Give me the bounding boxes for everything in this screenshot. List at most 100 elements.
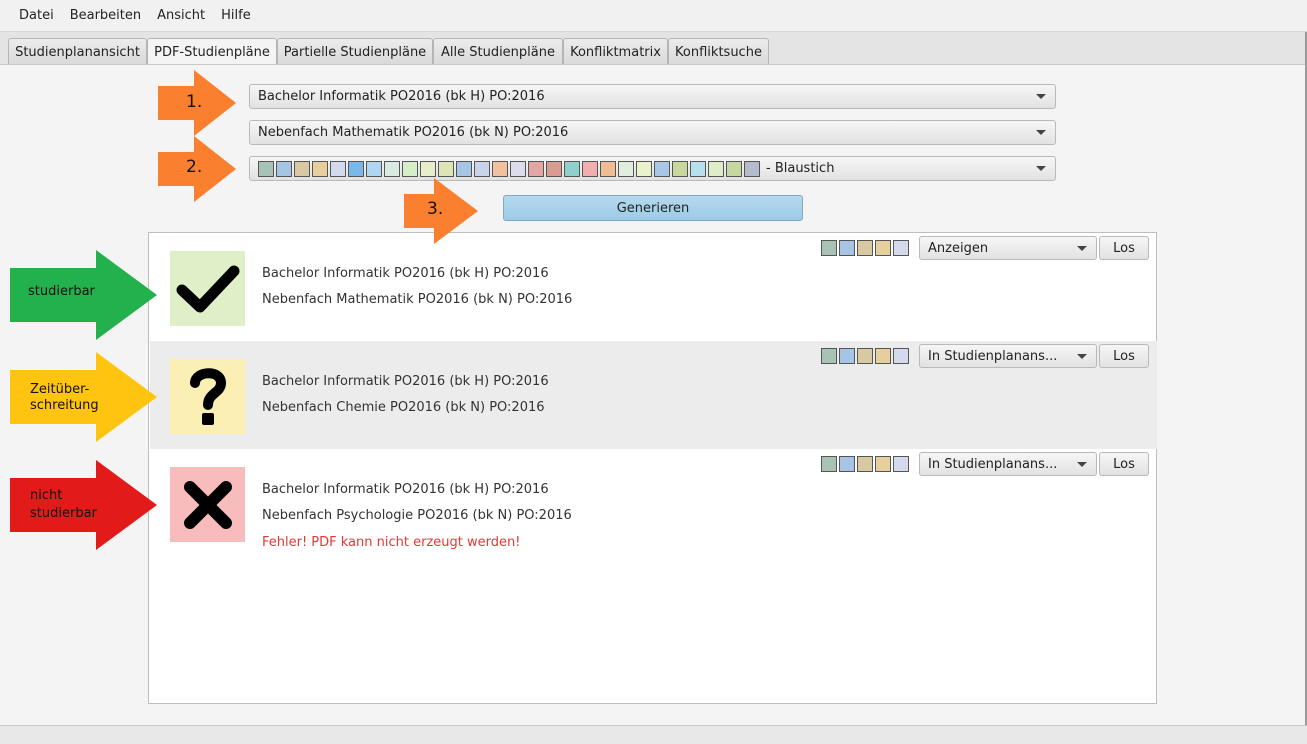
tab-konfliktsuche[interactable]: Konfliktsuche bbox=[668, 38, 769, 65]
color-swatch bbox=[312, 160, 328, 177]
color-swatch bbox=[366, 160, 382, 177]
status-box bbox=[170, 359, 245, 434]
color-swatch bbox=[294, 160, 310, 177]
color-swatch bbox=[330, 160, 346, 177]
major-select[interactable]: Bachelor Informatik PO2016 (bk H) PO:201… bbox=[249, 84, 1056, 109]
color-swatch bbox=[474, 160, 490, 177]
status-bar bbox=[0, 725, 1307, 744]
generate-button[interactable]: Generieren bbox=[503, 195, 803, 221]
tab-pdf-studienplaene[interactable]: PDF-Studienpläne bbox=[147, 38, 277, 66]
chevron-down-icon bbox=[1077, 354, 1087, 359]
chevron-down-icon bbox=[1036, 166, 1046, 171]
result-action-select[interactable]: Anzeigen bbox=[919, 236, 1097, 260]
result-row-zeitueberschreitung: Bachelor Informatik PO2016 (bk H) PO:201… bbox=[150, 341, 1157, 449]
zeitueberschreitung-label-1: Zeitüber- bbox=[30, 382, 90, 397]
color-swatch bbox=[546, 160, 562, 177]
tab-studienplanansicht[interactable]: Studienplanansicht bbox=[8, 38, 147, 65]
color-swatch bbox=[690, 160, 706, 177]
color-swatch bbox=[893, 240, 909, 256]
menu-datei[interactable]: Datei bbox=[11, 8, 62, 23]
color-swatch bbox=[893, 348, 909, 364]
color-swatch bbox=[420, 160, 436, 177]
result-action-select[interactable]: In Studienplanans... bbox=[919, 344, 1097, 368]
color-swatch bbox=[348, 160, 364, 177]
los-button[interactable]: Los bbox=[1099, 236, 1149, 260]
status-box bbox=[170, 467, 245, 542]
color-swatch bbox=[492, 160, 508, 177]
results-list: Bachelor Informatik PO2016 (bk H) PO:201… bbox=[148, 232, 1157, 704]
color-swatch bbox=[528, 160, 544, 177]
color-swatch bbox=[636, 160, 652, 177]
color-swatch bbox=[276, 160, 292, 177]
color-swatch bbox=[821, 348, 837, 364]
color-swatch bbox=[510, 160, 526, 177]
menu-bar: Datei Bearbeiten Ansicht Hilfe bbox=[0, 0, 1307, 32]
chevron-down-icon bbox=[1036, 130, 1046, 135]
color-swatch bbox=[875, 348, 891, 364]
menu-hilfe[interactable]: Hilfe bbox=[213, 8, 259, 23]
menu-bearbeiten[interactable]: Bearbeiten bbox=[62, 8, 149, 23]
color-swatch bbox=[402, 160, 418, 177]
result-minor: Nebenfach Psychologie PO2016 (bk N) PO:2… bbox=[262, 508, 572, 523]
major-select-value: Bachelor Informatik PO2016 (bk H) PO:201… bbox=[258, 89, 545, 104]
minor-select-value: Nebenfach Mathematik PO2016 (bk N) PO:20… bbox=[258, 125, 569, 140]
result-error-message: Fehler! PDF kann nicht erzeugt werden! bbox=[262, 535, 521, 550]
color-swatch bbox=[654, 160, 670, 177]
chevron-down-icon bbox=[1077, 246, 1087, 251]
color-swatch bbox=[708, 160, 724, 177]
color-swatch bbox=[893, 456, 909, 472]
result-major: Bachelor Informatik PO2016 (bk H) PO:201… bbox=[262, 482, 549, 497]
color-swatch bbox=[839, 348, 855, 364]
checkmark-icon bbox=[176, 265, 239, 312]
result-minor: Nebenfach Chemie PO2016 (bk N) PO:2016 bbox=[262, 400, 545, 415]
color-swatch bbox=[672, 160, 688, 177]
los-button[interactable]: Los bbox=[1099, 344, 1149, 368]
color-swatch bbox=[726, 160, 742, 177]
result-major: Bachelor Informatik PO2016 (bk H) PO:201… bbox=[262, 374, 549, 389]
question-mark-icon bbox=[189, 367, 226, 425]
result-row-studierbar: Bachelor Informatik PO2016 (bk H) PO:201… bbox=[150, 233, 1157, 341]
result-color-swatches bbox=[821, 240, 909, 256]
result-action-value: In Studienplanans... bbox=[928, 456, 1058, 472]
color-swatch bbox=[839, 456, 855, 472]
color-swatch bbox=[744, 160, 760, 177]
step3-label: 3. bbox=[427, 199, 444, 219]
tab-konfliktmatrix[interactable]: Konfliktmatrix bbox=[563, 38, 668, 65]
color-swatch bbox=[582, 160, 598, 177]
color-swatch bbox=[438, 160, 454, 177]
color-swatch bbox=[600, 160, 616, 177]
studierbar-label: studierbar bbox=[28, 284, 95, 299]
result-major: Bachelor Informatik PO2016 (bk H) PO:201… bbox=[262, 266, 549, 281]
nicht-studierbar-label-1: nicht bbox=[30, 488, 63, 503]
color-swatch bbox=[857, 456, 873, 472]
minor-select[interactable]: Nebenfach Mathematik PO2016 (bk N) PO:20… bbox=[249, 120, 1056, 145]
chevron-down-icon bbox=[1077, 462, 1087, 467]
color-swatch bbox=[875, 456, 891, 472]
tab-alle-studienplaene[interactable]: Alle Studienpläne bbox=[433, 38, 563, 65]
result-color-swatches bbox=[821, 348, 909, 364]
result-action-value: Anzeigen bbox=[928, 240, 989, 256]
result-minor: Nebenfach Mathematik PO2016 (bk N) PO:20… bbox=[262, 292, 573, 307]
color-scheme-label: - Blaustich bbox=[766, 161, 835, 176]
step2-label: 2. bbox=[186, 157, 203, 177]
color-scheme-select[interactable]: - Blaustich bbox=[249, 156, 1056, 181]
step3-arrow bbox=[404, 178, 484, 244]
color-swatch bbox=[618, 160, 634, 177]
color-scheme-swatches bbox=[258, 160, 760, 177]
tab-partielle-studienplaene[interactable]: Partielle Studienpläne bbox=[277, 38, 433, 65]
chevron-down-icon bbox=[1036, 94, 1046, 99]
menu-ansicht[interactable]: Ansicht bbox=[149, 8, 213, 23]
color-swatch bbox=[564, 160, 580, 177]
color-swatch bbox=[857, 348, 873, 364]
cross-icon bbox=[183, 480, 232, 529]
color-swatch bbox=[258, 160, 274, 177]
step1-label: 1. bbox=[186, 92, 203, 112]
result-color-swatches bbox=[821, 456, 909, 472]
result-action-select[interactable]: In Studienplanans... bbox=[919, 452, 1097, 476]
color-swatch bbox=[875, 240, 891, 256]
los-button[interactable]: Los bbox=[1099, 452, 1149, 476]
result-action-value: In Studienplanans... bbox=[928, 348, 1058, 364]
zeitueberschreitung-label-2: schreitung bbox=[30, 398, 99, 413]
tab-bar: Studienplanansicht PDF-Studienpläne Part… bbox=[0, 32, 1307, 66]
color-swatch bbox=[456, 160, 472, 177]
